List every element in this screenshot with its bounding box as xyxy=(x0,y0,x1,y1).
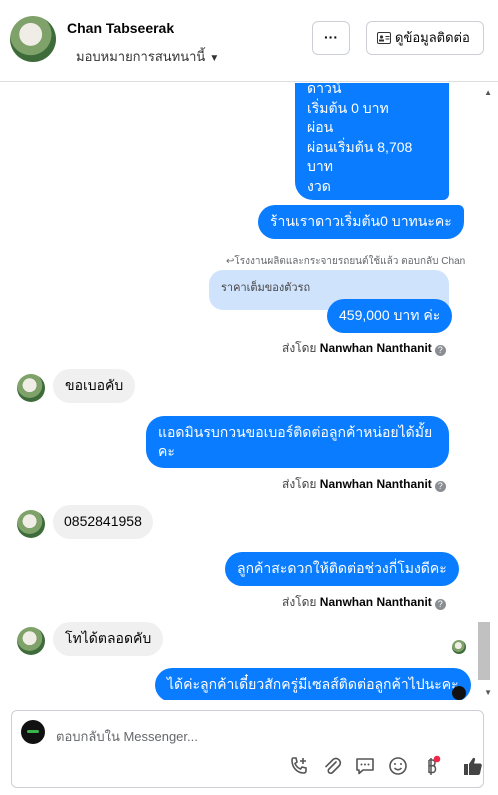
read-receipt-avatar xyxy=(452,640,466,654)
assign-label: มอบหมายการสนทนานี้ xyxy=(76,49,206,64)
sent-by-prefix: ส่งโดย xyxy=(282,477,317,491)
message-line: ผ่อน xyxy=(307,119,334,135)
message-text: 0852841958 xyxy=(64,513,142,529)
outgoing-message[interactable]: ได้ค่ะลูกค้าเดี๋ยวสักครู่มีเซลส์ติดต่อลู… xyxy=(155,668,471,700)
message-line: งวด xyxy=(307,177,331,194)
assign-conversation-dropdown[interactable]: มอบหมายการสนทนานี้ ▼ xyxy=(76,46,219,67)
message-text: โทได้ตลอดคับ xyxy=(65,630,152,646)
more-icon: ··· xyxy=(324,29,338,45)
message-text: ร้านเราดาวเริ่มต้น0 บาทนะคะ xyxy=(270,213,452,229)
sent-by-prefix: ส่งโดย xyxy=(282,341,317,355)
sender-name: Nanwhan Nanthanit xyxy=(319,477,432,491)
emoji-icon[interactable] xyxy=(387,755,409,777)
contact-avatar-small[interactable] xyxy=(17,374,45,402)
message-input[interactable]: ตอบกลับใน Messenger... xyxy=(56,726,198,747)
saved-reply-icon[interactable] xyxy=(354,755,376,777)
sent-by-label: ส่งโดย Nanwhan Nanthanit? xyxy=(282,593,446,612)
like-icon[interactable] xyxy=(462,755,484,777)
call-add-icon[interactable] xyxy=(288,755,310,777)
payment-icon[interactable] xyxy=(421,755,443,777)
contact-avatar-small[interactable] xyxy=(17,510,45,538)
contact-avatar[interactable] xyxy=(10,16,56,62)
reply-composer[interactable]: ตอบกลับใน Messenger... xyxy=(11,710,484,788)
more-options-button[interactable]: ··· xyxy=(312,21,350,55)
message-text: ได้ค่ะลูกค้าเดี๋ยวสักครู่มีเซลส์ติดต่อลู… xyxy=(167,676,459,692)
contact-name[interactable]: Chan Tabseerak xyxy=(67,20,174,36)
reply-note: ↩โรงงานผลิตและกระจายรถยนต์ใช้แล้ว ตอบกลั… xyxy=(226,256,466,267)
sender-name: Nanwhan Nanthanit xyxy=(319,341,432,355)
message-line: ผ่อนเริ่มต้น 8,708 บาท xyxy=(307,138,413,175)
message-line: ดาวน์ xyxy=(307,83,342,96)
contact-info-label: ดูข้อมูลติดต่อ xyxy=(395,30,470,45)
sender-avatar-small xyxy=(452,686,466,700)
message-line: เริ่มต้น 0 บาท xyxy=(307,99,389,116)
sender-name: Nanwhan Nanthanit xyxy=(319,595,432,609)
message-line: คะ xyxy=(158,443,175,459)
help-icon[interactable]: ? xyxy=(434,345,446,356)
outgoing-message[interactable]: ร้านเราดาวเริ่มต้น0 บาทนะคะ xyxy=(258,205,464,239)
contact-avatar-small[interactable] xyxy=(17,627,45,655)
help-icon[interactable]: ? xyxy=(434,481,446,492)
message-text: ลูกค้าสะดวกให้ติดต่อช่วงกี่โมงดีคะ xyxy=(237,560,447,576)
scroll-up-arrow[interactable]: ▲ xyxy=(484,88,492,97)
message-text: 459,000 บาท ค่ะ xyxy=(339,307,441,323)
page-logo xyxy=(21,720,45,744)
help-icon[interactable]: ? xyxy=(434,599,446,610)
sent-by-label: ส่งโดย Nanwhan Nanthanit? xyxy=(282,475,446,494)
outgoing-message[interactable]: ดาวน์ เริ่มต้น 0 บาท ผ่อน ผ่อนเริ่มต้น 8… xyxy=(295,83,449,213)
outgoing-message[interactable]: ลูกค้าสะดวกให้ติดต่อช่วงกี่โมงดีคะ xyxy=(225,552,459,586)
sent-by-prefix: ส่งโดย xyxy=(282,595,317,609)
incoming-message[interactable]: 0852841958 xyxy=(53,505,153,539)
caret-down-icon: ▼ xyxy=(209,53,220,64)
attach-icon[interactable] xyxy=(321,755,343,777)
message-text: ขอเบอคับ xyxy=(65,377,124,393)
contact-info-button[interactable]: ดูข้อมูลติดต่อ xyxy=(366,21,484,55)
contact-card-icon xyxy=(377,32,391,44)
incoming-message[interactable]: โทได้ตลอดคับ xyxy=(53,622,164,656)
message-thread[interactable]: ดาวน์ เริ่มต้น 0 บาท ผ่อน ผ่อนเริ่มต้น 8… xyxy=(0,83,498,700)
outgoing-message[interactable]: 459,000 บาท ค่ะ xyxy=(327,299,453,333)
sent-by-label: ส่งโดย Nanwhan Nanthanit? xyxy=(282,339,446,358)
quoted-text: ราคาเต็มของตัวรถ xyxy=(221,282,311,294)
scrollbar-thumb[interactable] xyxy=(478,622,490,680)
outgoing-message[interactable]: แอดมินรบกวนขอเบอร์ติดต่อลูกค้าหน่อยได้มั… xyxy=(146,416,449,468)
incoming-message[interactable]: ขอเบอคับ xyxy=(53,369,136,403)
scroll-down-arrow[interactable]: ▼ xyxy=(484,688,492,697)
conversation-header: Chan Tabseerak มอบหมายการสนทนานี้ ▼ ··· ด… xyxy=(0,0,498,82)
message-line: แอดมินรบกวนขอเบอร์ติดต่อลูกค้าหน่อยได้มั… xyxy=(158,424,433,440)
